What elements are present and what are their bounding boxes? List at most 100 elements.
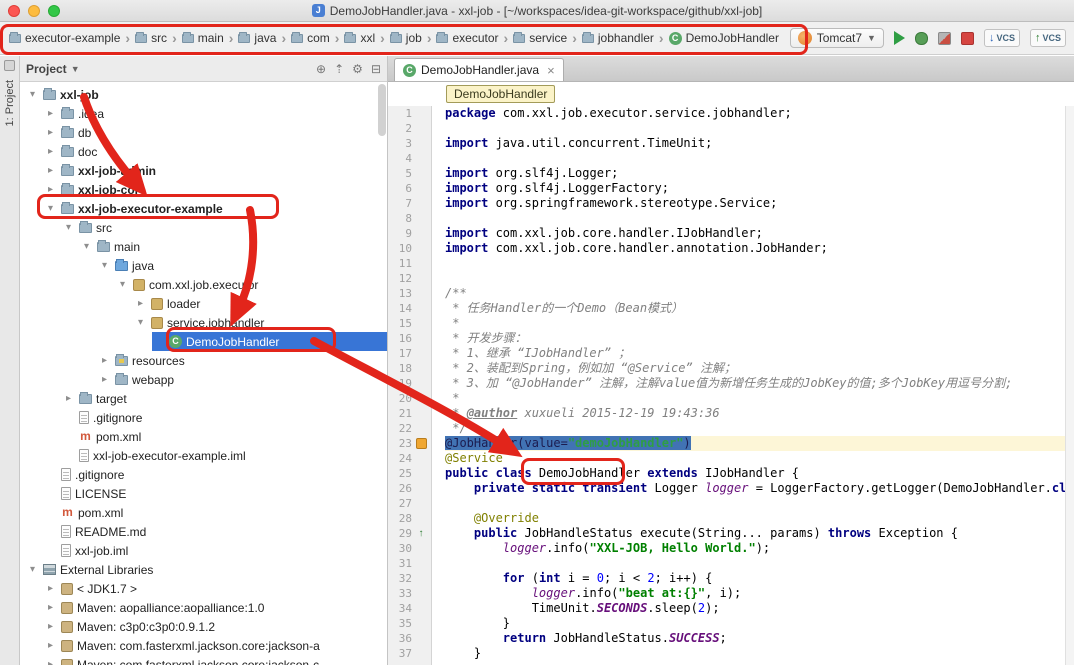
tree-item-maven-aopalliance-aopalliance-1.0[interactable]: ▸Maven: aopalliance:aopalliance:1.0 xyxy=(20,598,387,617)
tree-item-resources[interactable]: ▸resources xyxy=(20,351,387,370)
code-line-28[interactable]: @Override xyxy=(445,511,1074,526)
tree-item-readme.md[interactable]: README.md xyxy=(20,522,387,541)
maximize-window-button[interactable] xyxy=(48,5,60,17)
collapse-arrow-icon[interactable]: ▾ xyxy=(134,317,147,328)
editor-scrollbar[interactable] xyxy=(1065,106,1074,665)
code-area[interactable]: package com.xxl.job.executor.service.job… xyxy=(432,106,1074,665)
locate-file-icon[interactable]: ⊕ xyxy=(316,62,326,76)
code-line-5[interactable]: import org.slf4j.Logger; xyxy=(445,166,1074,181)
expand-arrow-icon[interactable]: ▸ xyxy=(44,621,57,632)
collapse-all-icon[interactable]: ⇡ xyxy=(334,62,344,76)
code-line-24[interactable]: @Service xyxy=(445,451,1074,466)
code-line-6[interactable]: import org.slf4j.LoggerFactory; xyxy=(445,181,1074,196)
tree-item-java[interactable]: ▾java xyxy=(20,256,387,275)
tree-item-service.jobhandler[interactable]: ▾service.jobhandler xyxy=(20,313,387,332)
collapse-arrow-icon[interactable]: ▾ xyxy=(44,203,57,214)
tree-item-external-libraries[interactable]: ▾External Libraries xyxy=(20,560,387,579)
tree-item-src[interactable]: ▾src xyxy=(20,218,387,237)
collapse-arrow-icon[interactable]: ▾ xyxy=(26,564,39,575)
bookmark-icon[interactable] xyxy=(414,436,428,451)
tree-item-xxl-job.iml[interactable]: xxl-job.iml xyxy=(20,541,387,560)
breadcrumb-item-executor-example[interactable]: executor-example xyxy=(6,29,123,47)
breadcrumb-item-src[interactable]: src xyxy=(132,29,170,47)
code-line-9[interactable]: import com.xxl.job.core.handler.IJobHand… xyxy=(445,226,1074,241)
code-line-13[interactable]: /** xyxy=(445,286,1074,301)
breadcrumb-item-executor[interactable]: executor xyxy=(433,29,501,47)
code-line-7[interactable]: import org.springframework.stereotype.Se… xyxy=(445,196,1074,211)
expand-arrow-icon[interactable]: ▸ xyxy=(44,640,57,651)
code-line-23[interactable]: @JobHander(value="demoJobHandler") xyxy=(445,436,1074,451)
expand-arrow-icon[interactable]: ▸ xyxy=(62,393,75,404)
vcs-update-button[interactable]: ↓ VCS xyxy=(984,29,1020,47)
tree-item-pom.xml[interactable]: mpom.xml xyxy=(20,503,387,522)
code-line-31[interactable] xyxy=(445,556,1074,571)
breadcrumb-item-job[interactable]: job xyxy=(387,29,425,47)
tree-item-pom.xml[interactable]: mpom.xml xyxy=(20,427,387,446)
code-line-20[interactable]: * xyxy=(445,391,1074,406)
code-line-4[interactable] xyxy=(445,151,1074,166)
project-tool-window-button[interactable]: 1: Project xyxy=(4,80,16,126)
code-line-17[interactable]: * 1、继承 “IJobHandler” ； xyxy=(445,346,1074,361)
run-button[interactable] xyxy=(894,31,905,45)
collapse-arrow-icon[interactable]: ▾ xyxy=(26,89,39,100)
code-line-30[interactable]: logger.info("XXL-JOB, Hello World."); xyxy=(445,541,1074,556)
code-line-22[interactable]: */ xyxy=(445,421,1074,436)
close-tab-icon[interactable]: × xyxy=(547,63,555,78)
expand-arrow-icon[interactable]: ▸ xyxy=(44,146,57,157)
expand-arrow-icon[interactable]: ▸ xyxy=(44,108,57,119)
code-line-27[interactable] xyxy=(445,496,1074,511)
tree-scrollbar[interactable] xyxy=(378,84,386,136)
tree-item-.gitignore[interactable]: .gitignore xyxy=(20,408,387,427)
tree-item-demojobhandler[interactable]: CDemoJobHandler xyxy=(20,332,387,351)
override-icon[interactable]: ↑ xyxy=(414,526,428,541)
code-line-12[interactable] xyxy=(445,271,1074,286)
tree-item-xxl-job-executor-example[interactable]: ▾xxl-job-executor-example xyxy=(20,199,387,218)
code-line-10[interactable]: import com.xxl.job.core.handler.annotati… xyxy=(445,241,1074,256)
tree-item-maven-com.fasterxml.jackson.core-jackson-a[interactable]: ▸Maven: com.fasterxml.jackson.core:jacks… xyxy=(20,636,387,655)
coverage-button[interactable] xyxy=(938,32,951,45)
minimize-window-button[interactable] xyxy=(28,5,40,17)
tree-item-xxl-job-executor-example.iml[interactable]: xxl-job-executor-example.iml xyxy=(20,446,387,465)
code-line-33[interactable]: logger.info("beat at:{}", i); xyxy=(445,586,1074,601)
collapse-arrow-icon[interactable]: ▾ xyxy=(98,260,111,271)
code-line-26[interactable]: private static transient Logger logger =… xyxy=(445,481,1074,496)
tree-item-db[interactable]: ▸db xyxy=(20,123,387,142)
expand-arrow-icon[interactable]: ▸ xyxy=(44,165,57,176)
tree-item--jdk1.7-[interactable]: ▸< JDK1.7 > xyxy=(20,579,387,598)
tree-item-loader[interactable]: ▸loader xyxy=(20,294,387,313)
expand-arrow-icon[interactable]: ▸ xyxy=(44,602,57,613)
code-line-1[interactable]: package com.xxl.job.executor.service.job… xyxy=(445,106,1074,121)
code-line-16[interactable]: * 开发步骤： xyxy=(445,331,1074,346)
expand-arrow-icon[interactable]: ▸ xyxy=(98,355,111,366)
breadcrumb-item-xxl[interactable]: xxl xyxy=(341,29,378,47)
tree-item-maven-c3p0-c3p0-0.9.1.2[interactable]: ▸Maven: c3p0:c3p0:0.9.1.2 xyxy=(20,617,387,636)
tree-item-main[interactable]: ▾main xyxy=(20,237,387,256)
tree-item-license[interactable]: LICENSE xyxy=(20,484,387,503)
tree-item-com.xxl.job.executor[interactable]: ▾com.xxl.job.executor xyxy=(20,275,387,294)
code-line-35[interactable]: } xyxy=(445,616,1074,631)
collapse-arrow-icon[interactable]: ▾ xyxy=(80,241,93,252)
collapse-arrow-icon[interactable]: ▾ xyxy=(62,222,75,233)
expand-arrow-icon[interactable]: ▸ xyxy=(98,374,111,385)
tree-item-xxl-job-admin[interactable]: ▸xxl-job-admin xyxy=(20,161,387,180)
tree-item-doc[interactable]: ▸doc xyxy=(20,142,387,161)
debug-button[interactable] xyxy=(915,32,928,45)
settings-gear-icon[interactable]: ⚙ xyxy=(352,62,363,76)
tree-item-.gitignore[interactable]: .gitignore xyxy=(20,465,387,484)
run-configuration-selector[interactable]: Tomcat7 ▼ xyxy=(790,28,884,48)
hide-panel-icon[interactable]: ⊟ xyxy=(371,62,381,76)
code-line-15[interactable]: * xyxy=(445,316,1074,331)
tree-item-xxl-job-core[interactable]: ▸xxl-job-core xyxy=(20,180,387,199)
stop-button[interactable] xyxy=(961,32,974,45)
tree-item-webapp[interactable]: ▸webapp xyxy=(20,370,387,389)
code-line-11[interactable] xyxy=(445,256,1074,271)
tree-item-maven-com.fasterxml.jackson.core-jackson-c[interactable]: ▸Maven: com.fasterxml.jackson.core:jacks… xyxy=(20,655,387,665)
breadcrumb-item-jobhandler[interactable]: jobhandler xyxy=(579,29,657,47)
code-line-3[interactable]: import java.util.concurrent.TimeUnit; xyxy=(445,136,1074,151)
expand-arrow-icon[interactable]: ▸ xyxy=(44,127,57,138)
code-line-25[interactable]: public class DemoJobHandler extends IJob… xyxy=(445,466,1074,481)
breadcrumb-item-main[interactable]: main xyxy=(179,29,227,47)
vcs-commit-button[interactable]: ↑ VCS xyxy=(1030,29,1066,47)
file-breadcrumb-chip[interactable]: DemoJobHandler xyxy=(446,85,555,103)
tool-window-icon[interactable] xyxy=(4,60,15,71)
